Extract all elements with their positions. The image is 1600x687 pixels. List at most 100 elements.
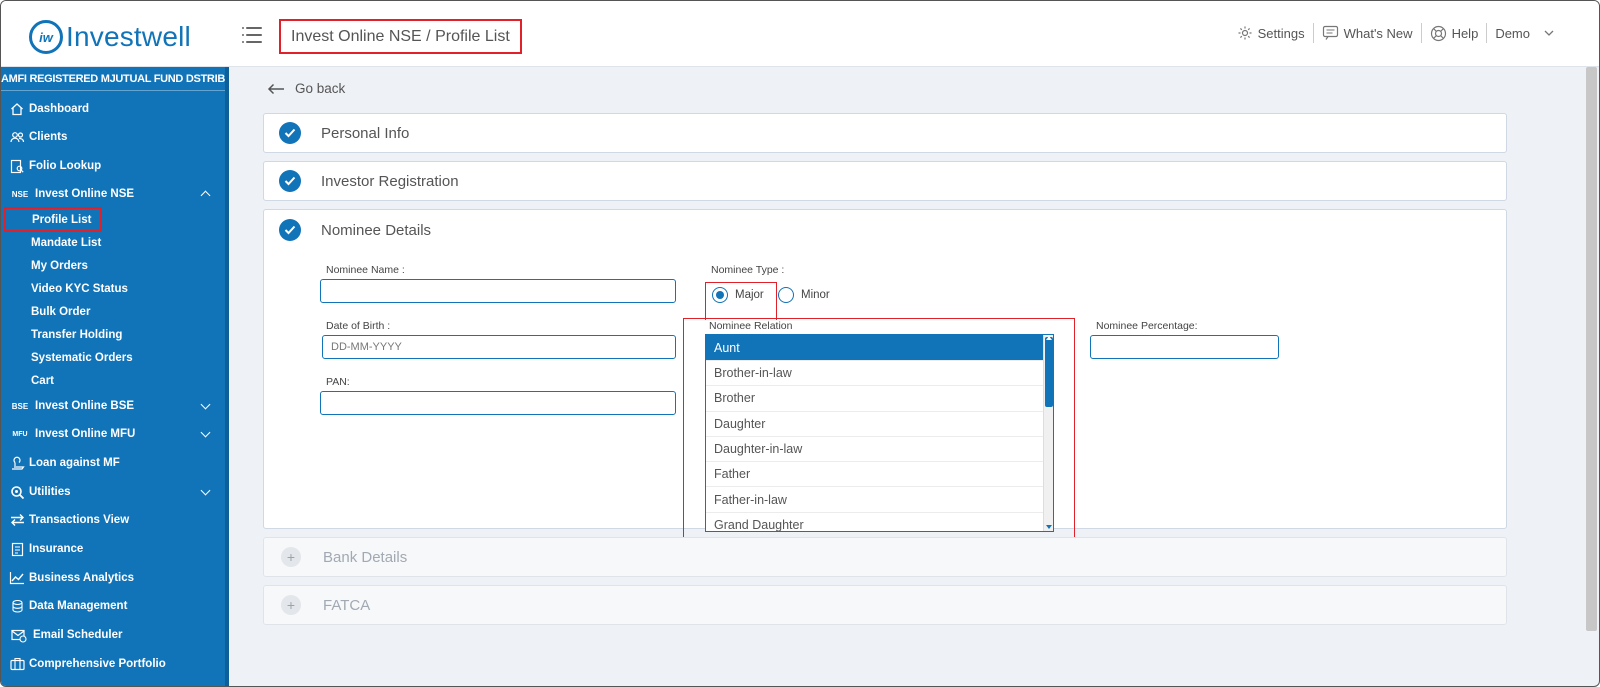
portfolio-icon bbox=[9, 656, 25, 672]
top-bar: iw Investwell Invest Online NSE / Profil… bbox=[1, 1, 1599, 67]
fatca-panel[interactable]: + FATCA bbox=[263, 585, 1507, 625]
sidebar-item-transactions-view[interactable]: Transactions View bbox=[1, 507, 225, 533]
sidebar-item-label: Folio Lookup bbox=[29, 160, 102, 172]
sidebar-subitem-profile-list[interactable]: Profile List bbox=[4, 207, 102, 232]
menu-toggle-icon[interactable] bbox=[242, 26, 262, 44]
panel-title: Bank Details bbox=[323, 548, 408, 566]
sidebar-subitem-transfer-holding[interactable]: Transfer Holding bbox=[31, 325, 122, 345]
sidebar-item-label: Invest Online NSE bbox=[35, 188, 135, 200]
sidebar-item-loan-against-mf[interactable]: Loan against MF bbox=[1, 450, 225, 476]
scrollbar-thumb[interactable] bbox=[1045, 337, 1053, 407]
nominee-relation-listbox[interactable]: Aunt Brother-in-law Brother Daughter Dau… bbox=[705, 334, 1054, 532]
home-icon bbox=[9, 101, 25, 117]
sidebar-item-label: Invest Online MFU bbox=[35, 428, 136, 440]
sidebar-subitem-mandate-list[interactable]: Mandate List bbox=[31, 233, 101, 253]
relation-option[interactable]: Father bbox=[706, 462, 1053, 488]
transfer-arrows-icon bbox=[9, 512, 25, 528]
listbox-scrollbar[interactable] bbox=[1043, 335, 1053, 531]
pan-label: PAN: bbox=[326, 376, 350, 388]
sidebar-item-business-analytics[interactable]: Business Analytics bbox=[1, 565, 225, 591]
relation-option-selected[interactable]: Aunt bbox=[706, 335, 1053, 361]
sidebar-item-data-management[interactable]: Data Management bbox=[1, 593, 225, 619]
pan-input[interactable] bbox=[320, 391, 676, 415]
utilities-icon bbox=[9, 484, 25, 500]
relation-option[interactable]: Brother-in-law bbox=[706, 361, 1053, 387]
sidebar-item-label: Comprehensive Portfolio bbox=[29, 658, 166, 670]
plus-circle-icon: + bbox=[281, 547, 301, 567]
sidebar-item-dashboard[interactable]: Dashboard bbox=[1, 96, 225, 122]
nominee-percentage-input[interactable] bbox=[1090, 335, 1279, 359]
sidebar-header: AMFI REGISTERED MJUTUAL FUND DSTRIBUTOR bbox=[1, 67, 225, 91]
sidebar-item-utilities[interactable]: Utilities bbox=[1, 479, 225, 505]
sidebar-item-email-scheduler[interactable]: Email Scheduler bbox=[1, 622, 225, 648]
logo-mark-icon: iw bbox=[29, 20, 63, 54]
personal-info-panel[interactable]: Personal Info bbox=[263, 113, 1507, 153]
nse-icon: NSE bbox=[11, 189, 29, 199]
sidebar-item-label: Loan against MF bbox=[29, 457, 120, 469]
relation-option[interactable]: Daughter-in-law bbox=[706, 437, 1053, 463]
whats-new-link[interactable]: What's New bbox=[1312, 23, 1421, 43]
sidebar-subitem-bulk-order[interactable]: Bulk Order bbox=[31, 302, 90, 322]
sidebar-item-clients[interactable]: Clients bbox=[1, 124, 225, 150]
chevron-down-icon bbox=[1544, 30, 1554, 36]
sidebar-subitem-cart[interactable]: Cart bbox=[31, 371, 54, 391]
nominee-details-panel: Nominee Details Nominee Name : Date of B… bbox=[263, 209, 1507, 558]
nominee-name-input[interactable] bbox=[320, 279, 676, 303]
gear-icon bbox=[1238, 26, 1252, 40]
date-of-birth-label: Date of Birth : bbox=[326, 320, 391, 332]
sidebar-subitem-my-orders[interactable]: My Orders bbox=[31, 256, 88, 276]
chevron-up-icon bbox=[200, 190, 211, 201]
user-name: Demo bbox=[1495, 25, 1530, 41]
sidebar-item-label: Data Management bbox=[29, 600, 128, 612]
nominee-type-major[interactable]: Major bbox=[712, 287, 764, 303]
user-menu[interactable]: Demo bbox=[1486, 23, 1567, 43]
relation-option[interactable]: Grand Daughter bbox=[706, 513, 1053, 531]
panel-title: Investor Registration bbox=[321, 172, 459, 190]
sidebar-item-folio-lookup[interactable]: Folio Lookup bbox=[1, 153, 225, 179]
investor-registration-panel[interactable]: Investor Registration bbox=[263, 161, 1507, 201]
sidebar-item-label: Invest Online BSE bbox=[35, 400, 135, 412]
relation-option[interactable]: Daughter bbox=[706, 412, 1053, 437]
bank-details-panel[interactable]: + Bank Details bbox=[263, 537, 1507, 577]
go-back-label: Go back bbox=[295, 81, 346, 96]
settings-link[interactable]: Settings bbox=[1229, 23, 1313, 43]
scroll-up-arrow-icon[interactable] bbox=[1046, 336, 1052, 340]
date-of-birth-input[interactable]: DD-MM-YYYY bbox=[322, 335, 676, 359]
help-label: Help bbox=[1451, 25, 1479, 41]
chevron-down-icon bbox=[200, 399, 211, 410]
sidebar-item-invest-online-mfu[interactable]: MFU Invest Online MFU bbox=[1, 421, 225, 447]
panel-title: Nominee Details bbox=[321, 221, 432, 239]
data-icon bbox=[9, 598, 25, 614]
panel-title: Personal Info bbox=[321, 124, 410, 142]
nominee-name-label: Nominee Name : bbox=[326, 264, 405, 276]
help-link[interactable]: Help bbox=[1420, 23, 1487, 43]
sidebar-subitem-video-kyc-status[interactable]: Video KYC Status bbox=[31, 279, 128, 299]
sidebar-item-insurance[interactable]: Insurance bbox=[1, 536, 225, 562]
scroll-down-arrow-icon[interactable] bbox=[1046, 525, 1052, 529]
investwell-logo[interactable]: iw Investwell bbox=[29, 19, 191, 55]
go-back-link[interactable]: Go back bbox=[267, 81, 345, 96]
check-circle-icon bbox=[279, 170, 301, 192]
sidebar-item-label: Utilities bbox=[29, 486, 71, 498]
chevron-down-icon bbox=[200, 427, 211, 438]
top-right-menu: Settings What's New Help Demo bbox=[1229, 23, 1567, 43]
nominee-type-minor[interactable]: Minor bbox=[778, 287, 830, 303]
mfu-icon: MFU bbox=[12, 430, 28, 438]
app-window: iw Investwell Invest Online NSE / Profil… bbox=[0, 0, 1600, 687]
sidebar-item-label: Business Analytics bbox=[29, 572, 135, 584]
sidebar-item-label: Transactions View bbox=[29, 514, 130, 526]
nominee-type-label: Nominee Type : bbox=[711, 264, 785, 276]
sidebar-subitem-systematic-orders[interactable]: Systematic Orders bbox=[31, 348, 133, 368]
nominee-details-header[interactable]: Nominee Details bbox=[264, 210, 1506, 250]
relation-option[interactable]: Brother bbox=[706, 386, 1053, 412]
check-circle-icon bbox=[279, 122, 301, 144]
check-circle-icon bbox=[279, 219, 301, 241]
sidebar-item-invest-online-nse[interactable]: NSE Invest Online NSE bbox=[1, 181, 225, 207]
relation-option[interactable]: Father-in-law bbox=[706, 487, 1053, 513]
sidebar-item-invest-online-bse[interactable]: BSE Invest Online BSE bbox=[1, 393, 225, 419]
plus-circle-icon: + bbox=[281, 595, 301, 615]
sidebar-item-comprehensive-portfolio[interactable]: Comprehensive Portfolio bbox=[1, 651, 225, 677]
page-scrollbar[interactable] bbox=[1586, 67, 1597, 631]
panel-title: FATCA bbox=[323, 596, 371, 614]
email-icon bbox=[11, 627, 27, 643]
